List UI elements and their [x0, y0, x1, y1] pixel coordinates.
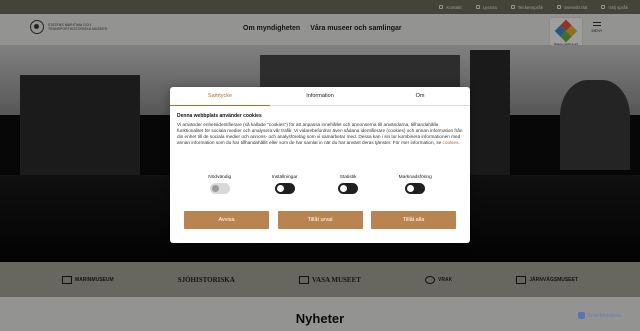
toggle-preferences: Inställningar	[272, 175, 298, 194]
dialog-body-text: Vi använder enhetsidentifierare (så kall…	[177, 122, 463, 145]
watermark: ScanMetasea	[578, 312, 621, 319]
dialog-body: Vi använder enhetsidentifierare (så kall…	[177, 122, 463, 145]
tab-information[interactable]: Information	[270, 87, 370, 105]
cookies-link[interactable]: cookies	[443, 140, 459, 145]
switch-knob	[211, 185, 219, 192]
cookie-consent-dialog: Samtycke Information Om Denna webbplats …	[170, 87, 470, 243]
preferences-switch[interactable]	[274, 183, 295, 194]
allow-all-button[interactable]: Tillåt alla	[371, 211, 456, 229]
dialog-content: Denna webbplats använder cookies Vi anvä…	[170, 106, 470, 146]
tab-consent[interactable]: Samtycke	[170, 87, 270, 106]
toggle-marketing: Marknadsföring	[399, 175, 432, 194]
dialog-heading: Denna webbplats använder cookies	[177, 113, 262, 119]
toggle-label: Statistik	[339, 175, 357, 180]
dialog-tabs: Samtycke Information Om	[170, 87, 470, 106]
deny-button[interactable]: Avvisa	[184, 211, 269, 229]
switch-knob	[340, 185, 348, 192]
toggle-necessary: Nödvändig	[208, 175, 231, 194]
necessary-switch	[209, 183, 230, 194]
consent-toggles: Nödvändig Inställningar Statistik Markna…	[170, 175, 470, 194]
statistics-switch[interactable]	[338, 183, 359, 194]
switch-knob	[276, 185, 284, 192]
tab-about[interactable]: Om	[370, 87, 470, 105]
switch-knob	[407, 185, 415, 192]
allow-selection-button[interactable]: Tillåt urval	[277, 211, 363, 229]
toggle-label: Marknadsföring	[398, 175, 432, 180]
watermark-icon	[578, 312, 585, 319]
toggle-label: Nödvändig	[208, 175, 232, 180]
toggle-label: Inställningar	[271, 175, 298, 180]
toggle-statistics: Statistik	[338, 175, 359, 194]
marketing-switch[interactable]	[405, 183, 426, 194]
dialog-actions: Avvisa Tillåt urval Tillåt alla	[184, 211, 456, 229]
